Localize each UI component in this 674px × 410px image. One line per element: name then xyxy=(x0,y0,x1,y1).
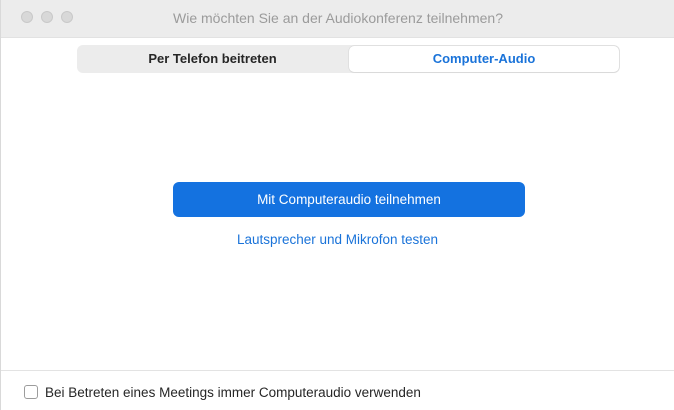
footer-divider xyxy=(1,370,674,371)
audio-join-window: Wie möchten Sie an der Audiokonferenz te… xyxy=(0,0,674,410)
always-use-computer-audio-label[interactable]: Bei Betreten eines Meetings immer Comput… xyxy=(45,385,421,400)
window-title: Wie möchten Sie an der Audiokonferenz te… xyxy=(173,10,503,26)
join-with-computer-audio-button[interactable]: Mit Computeraudio teilnehmen xyxy=(173,182,525,217)
title-bar: Wie möchten Sie an der Audiokonferenz te… xyxy=(1,0,674,38)
test-speaker-microphone-link[interactable]: Lautsprecher und Mikrofon testen xyxy=(1,232,674,247)
audio-mode-tabs: Per Telefon beitreten Computer-Audio xyxy=(77,45,620,73)
tab-phone[interactable]: Per Telefon beitreten xyxy=(77,45,348,73)
footer: Bei Betreten eines Meetings immer Comput… xyxy=(24,383,421,401)
always-use-computer-audio-checkbox[interactable] xyxy=(24,385,38,399)
tab-computer-audio[interactable]: Computer-Audio xyxy=(349,46,619,72)
